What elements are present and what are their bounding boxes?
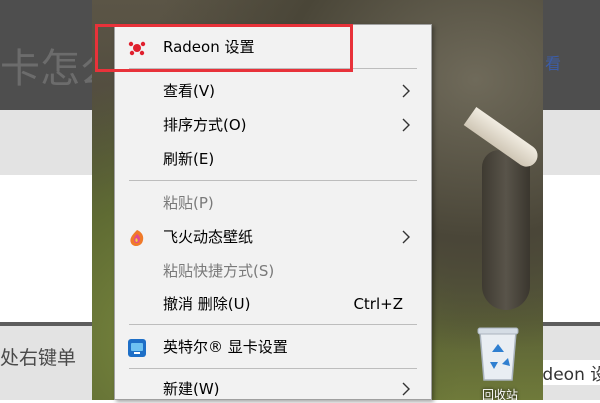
menu-item-shortcut: Ctrl+Z: [353, 295, 403, 313]
webpage-body-fragment: 处右键单: [0, 347, 77, 369]
chevron-right-icon: [402, 382, 410, 396]
menu-item-label: 飞火动态壁纸: [163, 228, 254, 246]
menu-item-view[interactable]: 查看(V): [115, 77, 431, 105]
webpage-right-fragment: 看: [545, 54, 562, 73]
menu-item-paste-shortcut[interactable]: 粘贴快捷方式(S): [115, 257, 431, 285]
radeon-icon: [127, 38, 147, 58]
elephant-trunk: [482, 150, 530, 310]
feihuo-wallpaper-icon: [127, 228, 147, 248]
menu-item-label: 撤消 删除(U): [163, 295, 251, 313]
chevron-right-icon: [402, 84, 410, 98]
menu-item-new[interactable]: 新建(W): [115, 375, 431, 403]
recycle-bin-icon: [477, 327, 519, 381]
menu-separator: [129, 368, 417, 369]
menu-item-label: 粘贴(P): [163, 194, 214, 212]
menu-separator: [129, 324, 417, 325]
menu-item-feihuo-wallpaper[interactable]: 飞火动态壁纸: [115, 223, 431, 251]
menu-item-refresh[interactable]: 刷新(E): [115, 145, 431, 173]
menu-item-label: 新建(W): [163, 380, 220, 398]
menu-item-label: 刷新(E): [163, 150, 215, 168]
menu-item-sort-by[interactable]: 排序方式(O): [115, 111, 431, 139]
recycle-bin-label: 回收站: [481, 388, 518, 400]
chevron-right-icon: [402, 118, 410, 132]
menu-item-label: 英特尔® 显卡设置: [163, 338, 288, 356]
menu-item-label: 粘贴快捷方式(S): [163, 262, 275, 280]
menu-separator: [129, 180, 417, 181]
recycle-bin-shortcut[interactable]: 回收站: [470, 322, 526, 400]
menu-item-radeon-settings[interactable]: Radeon 设置: [115, 33, 431, 61]
menu-item-paste[interactable]: 粘贴(P): [115, 189, 431, 217]
chevron-right-icon: [402, 230, 410, 244]
menu-item-label: 查看(V): [163, 82, 215, 100]
menu-item-label: 排序方式(O): [163, 116, 247, 134]
desktop-context-menu: Radeon 设置 查看(V) 排序方式(O) 刷新(E) 粘贴(P) 飞火动态…: [114, 24, 432, 400]
menu-item-intel-graphics-settings[interactable]: 英特尔® 显卡设置: [115, 333, 431, 361]
menu-item-undo-delete[interactable]: 撤消 删除(U) Ctrl+Z: [115, 290, 431, 318]
menu-separator: [129, 68, 417, 69]
intel-graphics-icon: [127, 338, 147, 358]
menu-item-label: Radeon 设置: [163, 38, 255, 56]
